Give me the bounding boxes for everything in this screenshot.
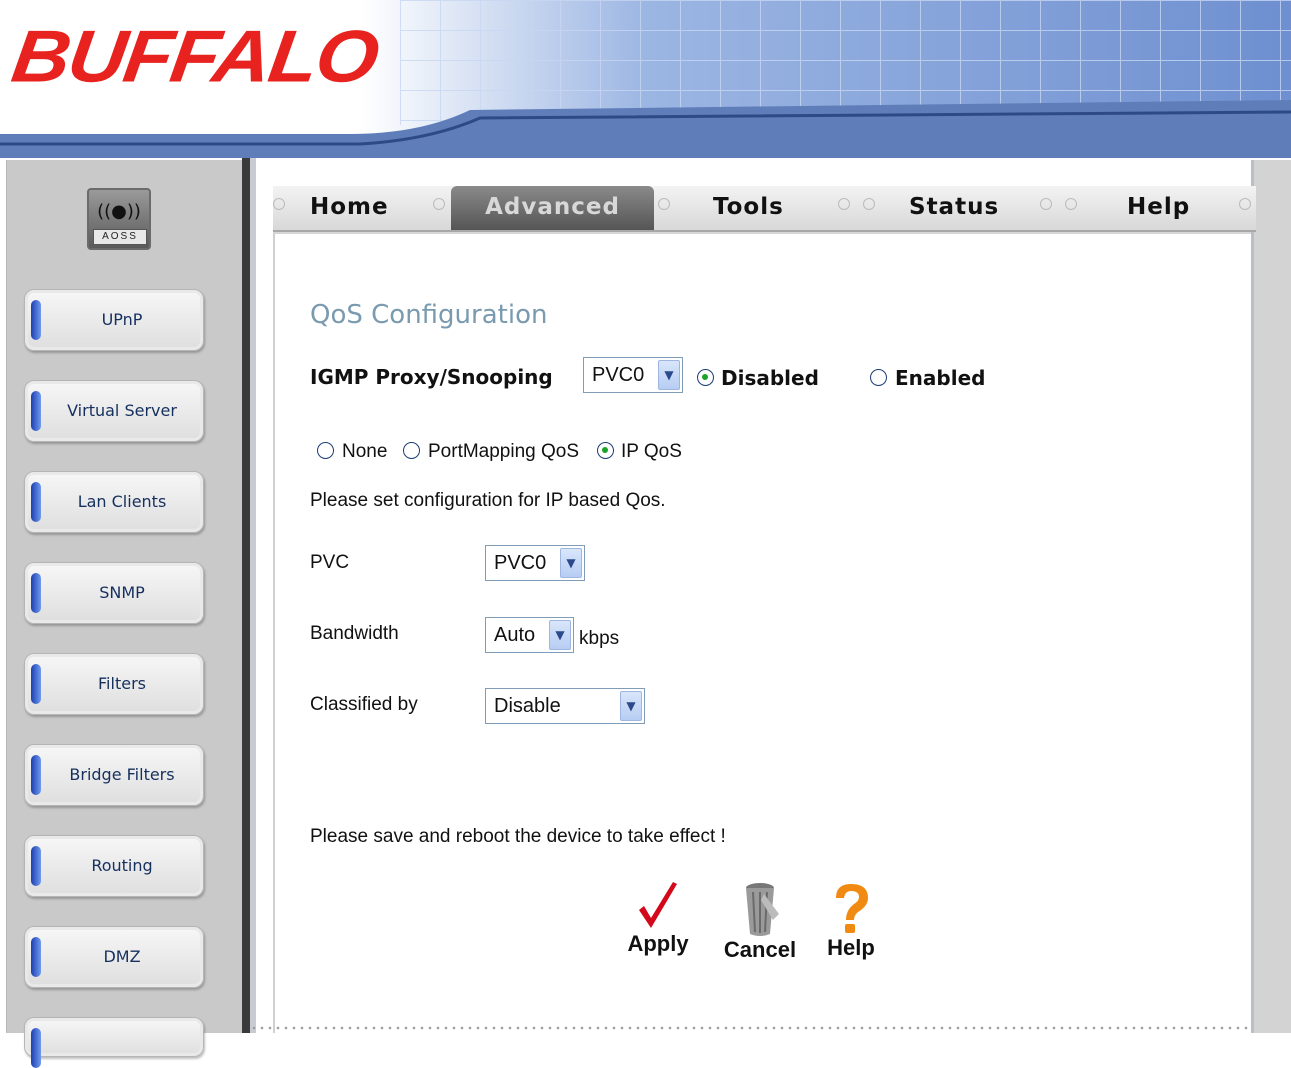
nav-tab-marker [31, 846, 41, 886]
tab-advanced[interactable]: Advanced [451, 186, 654, 230]
nav-tab-marker [31, 573, 41, 613]
igmp-disabled-label: Disabled [721, 366, 819, 390]
nav-tab-marker [31, 937, 41, 977]
pvc-select[interactable]: PVC0 ▼ [485, 545, 585, 581]
apply-button[interactable]: Apply [618, 880, 698, 957]
chevron-down-icon: ▼ [620, 691, 642, 721]
sidebar-item-label: Routing [91, 856, 153, 875]
qos-none-radio[interactable] [317, 442, 334, 459]
buffalo-logo: BUFFALO [7, 15, 383, 98]
sidebar-divider [242, 158, 250, 1033]
pvc-value: PVC0 [494, 551, 547, 574]
sidebar-item-routing[interactable]: Routing [24, 835, 204, 897]
tab-separator-icon [273, 198, 285, 210]
apply-label: Apply [627, 931, 689, 956]
igmp-enabled-label: Enabled [895, 366, 986, 390]
cancel-button[interactable]: Cancel [720, 880, 800, 963]
sidebar-item-label: UPnP [101, 310, 143, 329]
classified-select[interactable]: Disable ▼ [485, 688, 645, 724]
aoss-button[interactable]: ((●)) AOSS [87, 188, 151, 250]
tab-separator-icon [838, 198, 850, 210]
tab-separator-icon [1065, 198, 1077, 210]
nav-tab-marker [31, 391, 41, 431]
nav-tab-marker [31, 755, 41, 795]
sidebar-item-bridge-filters[interactable]: Bridge Filters [24, 744, 204, 806]
reboot-notice: Please save and reboot the device to tak… [310, 826, 726, 847]
tab-home[interactable]: Home [310, 186, 389, 230]
sidebar-item-dmz[interactable]: DMZ [24, 926, 204, 988]
top-nav-tabs: Home Advanced Tools Status Help [273, 186, 1256, 232]
sidebar-item-label: DMZ [103, 947, 141, 966]
classified-value: Disable [494, 694, 561, 717]
sidebar-item-label: Virtual Server [67, 401, 177, 420]
sidebar-item-label: Filters [98, 674, 146, 693]
chevron-down-icon: ▼ [560, 548, 582, 578]
header-banner: BUFFALO [0, 0, 1291, 160]
tab-separator-icon [433, 198, 445, 210]
classified-label: Classified by [310, 694, 418, 715]
sidebar-item-virtual-server[interactable]: Virtual Server [24, 380, 204, 442]
sidebar-item-label: SNMP [99, 583, 145, 602]
bandwidth-label: Bandwidth [310, 623, 399, 644]
instruction-text: Please set configuration for IP based Qo… [310, 490, 666, 511]
qos-ip-radio[interactable] [597, 442, 614, 459]
cancel-label: Cancel [723, 937, 797, 962]
tab-tools[interactable]: Tools [713, 186, 784, 230]
bandwidth-unit: kbps [579, 628, 620, 649]
nav-tab-marker [31, 1028, 41, 1068]
check-icon [639, 882, 677, 928]
bandwidth-value: Auto [494, 623, 536, 646]
tab-separator-icon [658, 198, 670, 210]
nav-tab-marker [31, 482, 41, 522]
aoss-label: AOSS [93, 229, 147, 245]
trash-icon [746, 883, 779, 936]
sidebar-item-label: Bridge Filters [69, 765, 175, 784]
bandwidth-select[interactable]: Auto ▼ [485, 617, 574, 653]
chevron-down-icon: ▼ [658, 360, 680, 390]
wireless-icon: ((●)) [97, 201, 141, 222]
help-label: Help [827, 935, 875, 960]
igmp-label: IGMP Proxy/Snooping [310, 365, 553, 389]
tab-status[interactable]: Status [909, 186, 999, 230]
question-icon [836, 884, 868, 933]
sidebar-item-lan-clients[interactable]: Lan Clients [24, 471, 204, 533]
qos-ip-label: IP QoS [621, 441, 682, 462]
page-right-border [1251, 160, 1291, 1033]
sidebar-item-label: Lan Clients [77, 492, 167, 511]
sidebar-divider-light [250, 158, 256, 1033]
sidebar-item-filters[interactable]: Filters [24, 653, 204, 715]
qos-none-label: None [342, 441, 388, 462]
igmp-disabled-radio[interactable] [697, 369, 714, 386]
qos-portmapping-label: PortMapping QoS [428, 441, 580, 462]
page-title: QoS Configuration [310, 300, 548, 330]
igmp-pvc-value: PVC0 [592, 363, 645, 386]
qos-portmapping-radio[interactable] [403, 442, 420, 459]
chevron-down-icon: ▼ [549, 620, 571, 650]
sidebar-item-snmp[interactable]: SNMP [24, 562, 204, 624]
tab-help[interactable]: Help [1127, 186, 1190, 230]
tab-separator-icon [1040, 198, 1052, 210]
igmp-enabled-radio[interactable] [870, 369, 887, 386]
tab-separator-icon [863, 198, 875, 210]
nav-tab-marker [31, 300, 41, 340]
nav-tab-marker [31, 664, 41, 704]
tab-separator-icon [1239, 198, 1251, 210]
help-button[interactable]: Help [811, 882, 891, 961]
igmp-pvc-select[interactable]: PVC0 ▼ [583, 357, 683, 393]
sidebar-item-more[interactable] [24, 1017, 204, 1068]
sidebar-item-upnp[interactable]: UPnP [24, 289, 204, 351]
pvc-label: PVC [310, 552, 350, 573]
